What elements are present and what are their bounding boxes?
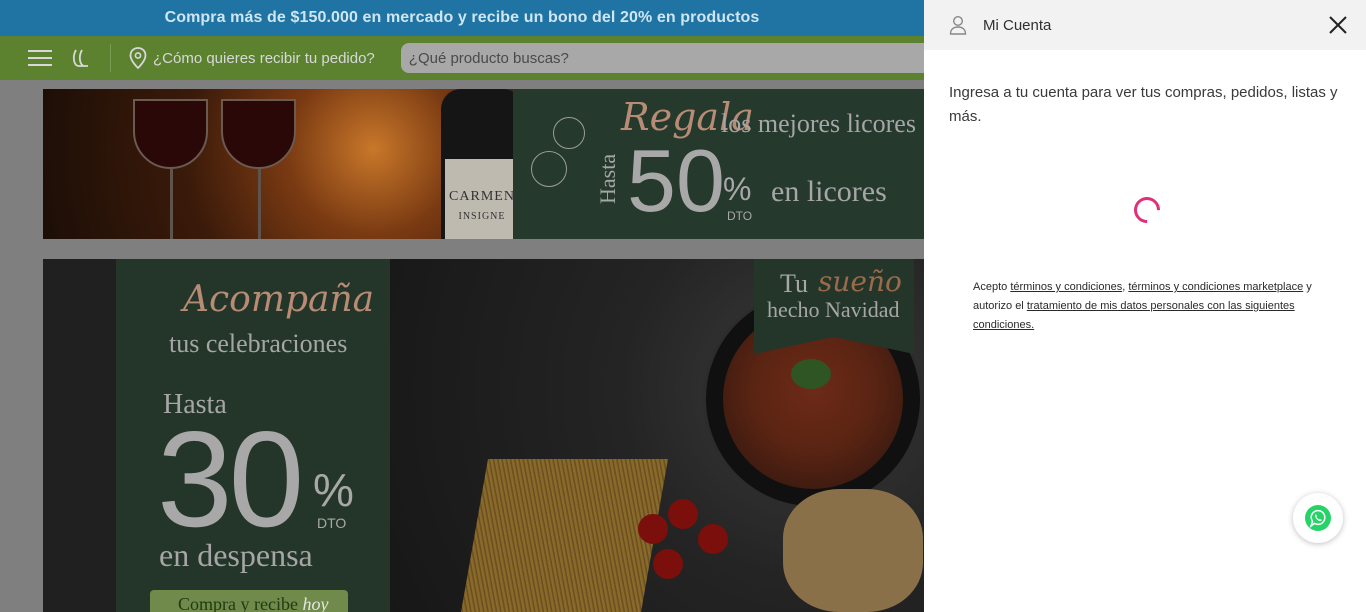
nav-divider — [110, 44, 111, 72]
pantry-promo-banner[interactable]: Tu sueño hecho Navidad Acompaña tus cele… — [43, 259, 924, 612]
user-icon — [949, 15, 967, 35]
account-panel: Mi Cuenta Ingresa a tu cuenta para ver t… — [924, 0, 1366, 612]
banner-dto: DTO — [727, 209, 753, 223]
loading-spinner — [1128, 191, 1166, 229]
banner2-subheadline: tus celebraciones — [169, 329, 348, 358]
hamburger-icon[interactable] — [28, 49, 52, 67]
store-page: Compra más de $150.000 en mercado y reci… — [0, 0, 924, 612]
promo-text: Compra más de $150.000 en mercado y reci… — [164, 9, 760, 26]
banner-headline: los mejores licores — [721, 109, 916, 138]
ornament-icon — [553, 117, 585, 149]
flag-hecho: hecho Navidad — [767, 297, 900, 322]
whatsapp-icon — [1305, 505, 1331, 531]
delivery-label: ¿Cómo quieres recibir tu pedido? — [153, 49, 375, 67]
delivery-selector[interactable]: ¿Cómo quieres recibir tu pedido? — [129, 47, 375, 69]
banner-hasta: Hasta — [595, 153, 620, 204]
tomato — [698, 524, 728, 554]
account-title: Mi Cuenta — [983, 16, 1052, 34]
tomato — [638, 514, 668, 544]
promo-banner[interactable]: Compra más de $150.000 en mercado y reci… — [0, 0, 924, 36]
page-content: CARMEN INSIGNE Regala los mejores licore… — [0, 80, 924, 612]
ornament-icon — [531, 151, 567, 187]
banner2-category: en despensa — [159, 537, 313, 573]
close-button[interactable] — [1326, 13, 1350, 37]
glass-stem — [258, 169, 261, 239]
search-input[interactable]: ¿Qué producto buscas? — [400, 43, 924, 73]
banner2-script-headline: Acompaña — [183, 279, 375, 320]
exito-logo-icon[interactable] — [70, 47, 92, 69]
tomato — [668, 499, 698, 529]
whatsapp-button[interactable] — [1293, 493, 1343, 543]
glass-stem — [170, 169, 173, 239]
terms-link[interactable]: términos y condiciones — [1010, 281, 1122, 293]
legal-consent-text: Acepto términos y condiciones, términos … — [973, 281, 1312, 331]
spaghetti-bundle — [458, 459, 668, 612]
account-intro: Ingresa a tu cuenta para ver tus compras… — [949, 84, 1338, 125]
flag-sueno: sueño — [818, 265, 902, 298]
tomato — [653, 549, 683, 579]
marketplace-terms-link[interactable]: términos y condiciones marketplace — [1128, 281, 1303, 293]
bottle-label: CARMEN INSIGNE — [445, 159, 519, 239]
search-placeholder: ¿Qué producto buscas? — [408, 49, 569, 67]
main-nav: ¿Cómo quieres recibir tu pedido? ¿Qué pr… — [0, 36, 924, 80]
tagliatelle-nest — [783, 489, 923, 612]
location-pin-icon — [129, 47, 147, 69]
basil-leaf — [791, 359, 831, 389]
flag-tu: Tu — [780, 269, 808, 298]
liquor-promo-banner[interactable]: CARMEN INSIGNE Regala los mejores licore… — [43, 89, 924, 239]
banner2-dto: DTO — [317, 515, 347, 531]
banner-percent: % — [723, 171, 752, 207]
shop-cta-button[interactable]: Compra y recibe hoy — [150, 590, 348, 612]
banner-discount: 50 — [627, 131, 725, 230]
account-header: Mi Cuenta — [924, 0, 1366, 50]
banner-dark-edge — [43, 259, 123, 612]
close-icon — [1329, 16, 1347, 34]
banner2-discount: 30 — [157, 403, 304, 555]
banner2-percent: % — [313, 464, 354, 516]
banner-category: en licores — [771, 175, 887, 208]
